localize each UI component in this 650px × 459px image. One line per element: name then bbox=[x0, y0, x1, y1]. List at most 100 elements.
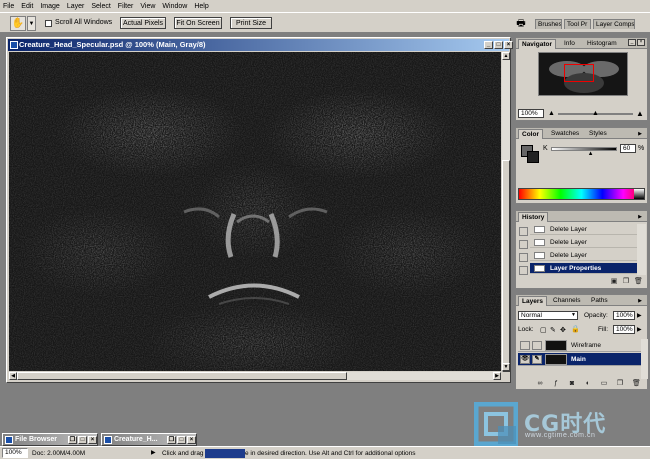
well-tab-tool-presets[interactable]: Tool Pr bbox=[564, 19, 591, 29]
status-menu-icon[interactable]: ▶ bbox=[151, 449, 156, 456]
lock-image-icon[interactable]: ✎ bbox=[550, 326, 556, 334]
palette-menu-icon[interactable]: ▶ bbox=[635, 298, 645, 304]
history-source-box[interactable] bbox=[519, 227, 528, 236]
visibility-toggle-icon[interactable] bbox=[520, 341, 530, 350]
tab-history[interactable]: History bbox=[518, 212, 549, 222]
menu-view[interactable]: View bbox=[140, 3, 155, 10]
history-source-box[interactable] bbox=[519, 240, 528, 249]
menu-image[interactable]: Image bbox=[40, 3, 59, 10]
horizontal-scroll-thumb[interactable] bbox=[17, 372, 347, 380]
document-titlebar[interactable]: Creature_Head_Specular.psd @ 100% (Main,… bbox=[8, 39, 513, 51]
palette-menu-icon[interactable]: ▶ bbox=[635, 214, 645, 220]
palette-menu-icon[interactable]: ▶ bbox=[635, 131, 645, 137]
tab-info[interactable]: Info bbox=[561, 39, 578, 49]
layer-style-icon[interactable]: ƒ bbox=[552, 380, 560, 388]
vertical-scroll-thumb[interactable] bbox=[502, 160, 510, 372]
palette-close-icon[interactable]: × bbox=[637, 39, 645, 46]
tab-channels[interactable]: Channels bbox=[550, 296, 583, 306]
close-icon[interactable]: × bbox=[187, 436, 196, 444]
fill-arrow-icon[interactable]: ▶ bbox=[637, 326, 642, 333]
fill-field[interactable]: 100% bbox=[613, 325, 635, 334]
trash-icon[interactable]: 🗑 bbox=[632, 380, 641, 388]
k-slider-thumb[interactable]: ▲ bbox=[588, 151, 594, 157]
tool-preset-dropdown[interactable]: ▼ bbox=[27, 16, 36, 31]
print-size-button[interactable]: Print Size bbox=[230, 17, 272, 29]
layer-mask-icon[interactable]: ◙ bbox=[568, 380, 576, 388]
lock-position-icon[interactable]: ✥ bbox=[560, 326, 566, 334]
menu-edit[interactable]: Edit bbox=[21, 3, 33, 10]
fit-on-screen-button[interactable]: Fit On Screen bbox=[174, 17, 222, 29]
color-ramp[interactable] bbox=[518, 188, 645, 200]
k-value-field[interactable]: 60 bbox=[620, 144, 636, 153]
history-item[interactable]: Delete Layer bbox=[530, 237, 640, 248]
new-layer-icon[interactable]: ❐ bbox=[616, 380, 624, 388]
menu-layer[interactable]: Layer bbox=[67, 3, 85, 10]
image-canvas[interactable] bbox=[9, 52, 501, 371]
tab-layers[interactable]: Layers bbox=[518, 296, 547, 306]
well-tab-brushes[interactable]: Brushes bbox=[535, 19, 562, 29]
maximize-icon[interactable]: □ bbox=[78, 436, 87, 444]
scroll-down-icon[interactable]: ▼ bbox=[502, 363, 510, 371]
close-icon[interactable]: × bbox=[88, 436, 97, 444]
palette-well-icon[interactable]: 🖶 bbox=[514, 16, 528, 30]
menu-window[interactable]: Window bbox=[162, 3, 187, 10]
blend-mode-select[interactable]: Normal ▼ bbox=[518, 311, 578, 320]
tab-histogram[interactable]: Histogram bbox=[584, 39, 620, 49]
close-icon[interactable]: × bbox=[504, 41, 513, 49]
history-scrollbar[interactable] bbox=[637, 224, 646, 275]
minimized-window-creature[interactable]: Creature_H... ❐ □ × bbox=[101, 433, 197, 446]
navigator-zoom-field[interactable]: 100% bbox=[518, 109, 544, 118]
hand-tool-icon[interactable]: ✋ bbox=[10, 16, 26, 31]
minimize-icon[interactable]: _ bbox=[484, 41, 493, 49]
new-group-icon[interactable]: ▭ bbox=[600, 380, 608, 388]
restore-icon[interactable]: ❐ bbox=[167, 436, 176, 444]
opacity-arrow-icon[interactable]: ▶ bbox=[637, 312, 642, 319]
adjustment-layer-icon[interactable]: ◐ bbox=[584, 380, 592, 388]
scroll-left-icon[interactable]: ◀ bbox=[9, 372, 17, 380]
lock-all-icon[interactable]: 🔒 bbox=[571, 325, 580, 333]
tab-color[interactable]: Color bbox=[518, 129, 543, 139]
tab-navigator[interactable]: Navigator bbox=[518, 39, 556, 49]
layer-row-selected[interactable]: 👁 ✎ Main bbox=[518, 353, 641, 366]
actual-pixels-button[interactable]: Actual Pixels bbox=[120, 17, 166, 29]
maximize-icon[interactable]: □ bbox=[177, 436, 186, 444]
navigator-thumbnail[interactable] bbox=[538, 52, 628, 96]
tab-styles[interactable]: Styles bbox=[586, 129, 610, 139]
menu-filter[interactable]: Filter bbox=[118, 3, 134, 10]
scroll-right-icon[interactable]: ▶ bbox=[493, 372, 501, 380]
zoom-slider-thumb[interactable]: ▲ bbox=[592, 110, 599, 117]
link-cell-icon[interactable] bbox=[532, 341, 542, 350]
scroll-up-icon[interactable]: ▲ bbox=[502, 52, 510, 60]
scroll-all-windows-checkbox[interactable] bbox=[45, 20, 52, 27]
palette-minimize-icon[interactable]: _ bbox=[628, 39, 636, 46]
background-color-swatch[interactable] bbox=[527, 151, 539, 163]
eye-icon[interactable]: 👁 bbox=[520, 355, 530, 364]
restore-icon[interactable]: ❐ bbox=[68, 436, 77, 444]
history-item-selected[interactable]: Layer Properties bbox=[530, 263, 640, 274]
zoom-out-icon[interactable]: ▲ bbox=[548, 110, 555, 117]
vertical-scrollbar[interactable]: ▲ ▼ bbox=[502, 52, 510, 372]
menu-select[interactable]: Select bbox=[91, 3, 110, 10]
history-source-box[interactable] bbox=[519, 266, 528, 275]
opacity-field[interactable]: 100% bbox=[613, 311, 635, 320]
link-layers-icon[interactable]: ∞ bbox=[536, 380, 544, 388]
menu-help[interactable]: Help bbox=[194, 3, 208, 10]
horizontal-scrollbar[interactable]: ◀ ▶ bbox=[9, 372, 501, 380]
maximize-icon[interactable]: □ bbox=[494, 41, 503, 49]
layers-scrollbar[interactable] bbox=[641, 339, 648, 379]
well-tab-layer-comps[interactable]: Layer Comps bbox=[593, 19, 635, 29]
tab-paths[interactable]: Paths bbox=[588, 296, 611, 306]
trash-icon[interactable]: 🗑 bbox=[634, 278, 643, 286]
minimized-window-file-browser[interactable]: File Browser ❐ □ × bbox=[2, 433, 98, 446]
zoom-in-icon[interactable]: ▲ bbox=[636, 109, 644, 118]
navigator-view-box[interactable] bbox=[564, 64, 594, 82]
new-snapshot-icon[interactable]: ❐ bbox=[622, 278, 630, 286]
new-document-icon[interactable]: ▣ bbox=[610, 278, 618, 286]
layer-row[interactable]: Wireframe bbox=[518, 339, 641, 352]
history-source-box[interactable] bbox=[519, 253, 528, 262]
menu-file[interactable]: File bbox=[3, 3, 14, 10]
status-zoom-field[interactable]: 100% bbox=[2, 448, 28, 458]
tab-swatches[interactable]: Swatches bbox=[548, 129, 582, 139]
brush-icon[interactable]: ✎ bbox=[532, 355, 542, 364]
k-slider-track[interactable] bbox=[551, 147, 617, 151]
